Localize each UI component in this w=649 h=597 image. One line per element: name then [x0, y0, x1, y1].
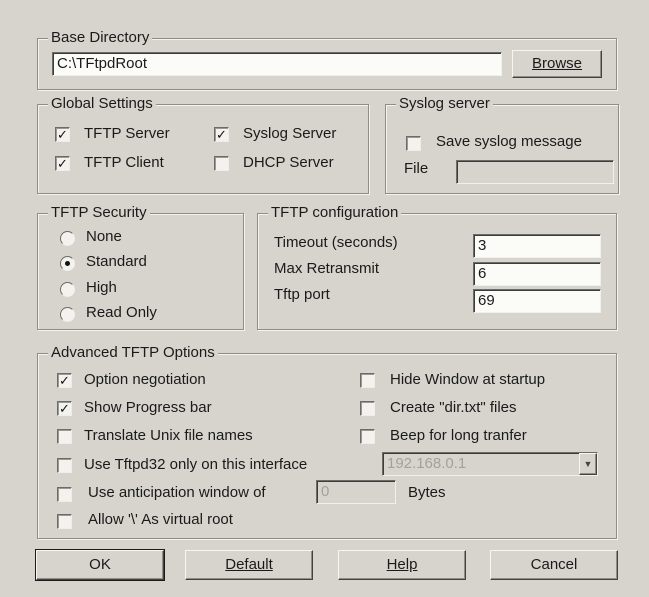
- anticipation-checkbox[interactable]: [57, 487, 72, 502]
- tftp-client-label: TFTP Client: [84, 154, 164, 171]
- beep-checkbox[interactable]: [360, 429, 375, 444]
- base-directory-input[interactable]: C:\TFtpdRoot: [52, 52, 502, 76]
- option-negotiation-label: Option negotiation: [84, 371, 206, 388]
- beep-label: Beep for long tranfer: [390, 427, 527, 444]
- save-syslog-label: Save syslog message: [436, 133, 582, 150]
- show-progress-label: Show Progress bar: [84, 399, 212, 416]
- cancel-button[interactable]: Cancel: [490, 550, 618, 580]
- syslog-file-input[interactable]: [456, 160, 614, 184]
- option-negotiation-checkbox[interactable]: ✓: [57, 373, 72, 388]
- max-retransmit-input[interactable]: 6: [473, 262, 601, 286]
- base-directory-legend: Base Directory: [48, 29, 153, 47]
- default-button[interactable]: Default: [185, 550, 313, 580]
- security-label-standard: Standard: [86, 253, 147, 270]
- virtual-root-checkbox[interactable]: [57, 514, 72, 529]
- hide-window-label: Hide Window at startup: [390, 371, 546, 388]
- security-radio-standard[interactable]: [60, 256, 75, 271]
- interface-select-value: 192.168.0.1: [387, 455, 467, 472]
- tftp-server-label: TFTP Server: [84, 125, 170, 142]
- tftp-port-input[interactable]: 69: [473, 289, 601, 313]
- radio-selected-dot: [65, 261, 70, 266]
- timeout-label: Timeout (seconds): [274, 234, 398, 251]
- hide-window-checkbox[interactable]: [360, 373, 375, 388]
- dhcp-server-checkbox[interactable]: [214, 156, 229, 171]
- dhcp-server-label: DHCP Server: [243, 154, 334, 171]
- security-radio-read-only[interactable]: [60, 307, 75, 322]
- save-syslog-checkbox[interactable]: [406, 136, 421, 151]
- tftp-config-legend: TFTP configuration: [268, 204, 402, 222]
- advanced-options-legend: Advanced TFTP Options: [48, 344, 218, 362]
- bytes-label: Bytes: [408, 484, 446, 501]
- settings-dialog: Base Directory C:\TFtpdRoot Browse Globa…: [0, 0, 649, 597]
- syslog-server-label: Syslog Server: [243, 125, 337, 142]
- tftp-client-checkbox[interactable]: ✓: [55, 156, 70, 171]
- interface-dropdown-button[interactable]: ▼: [579, 453, 597, 475]
- tftp-port-label: Tftp port: [274, 286, 330, 303]
- syslog-server-checkbox[interactable]: ✓: [214, 127, 229, 142]
- show-progress-checkbox[interactable]: ✓: [57, 401, 72, 416]
- security-radio-high[interactable]: [60, 282, 75, 297]
- help-button-label: Help: [386, 556, 418, 573]
- ok-button-label: OK: [89, 556, 111, 573]
- cancel-button-label: Cancel: [530, 556, 578, 573]
- translate-unix-label: Translate Unix file names: [84, 427, 253, 444]
- timeout-input[interactable]: 3: [473, 234, 601, 258]
- help-button[interactable]: Help: [338, 550, 466, 580]
- create-dir-checkbox[interactable]: [360, 401, 375, 416]
- translate-unix-checkbox[interactable]: [57, 429, 72, 444]
- max-retransmit-label: Max Retransmit: [274, 260, 380, 277]
- default-button-label: Default: [225, 556, 273, 573]
- security-label-high: High: [86, 279, 117, 296]
- virtual-root-label: Allow '\' As virtual root: [88, 511, 233, 528]
- anticipation-input[interactable]: 0: [316, 480, 396, 504]
- anticipation-label: Use anticipation window of: [88, 484, 266, 501]
- global-settings-legend: Global Settings: [48, 95, 156, 113]
- create-dir-label: Create "dir.txt" files: [390, 399, 517, 416]
- global-settings-group: Global Settings: [37, 95, 369, 194]
- browse-button[interactable]: Browse: [512, 50, 602, 78]
- use-interface-label: Use Tftpd32 only on this interface: [84, 456, 308, 473]
- syslog-file-label: File: [404, 160, 429, 177]
- security-label-none: None: [86, 228, 122, 245]
- syslog-server-legend: Syslog server: [396, 95, 493, 113]
- tftp-server-checkbox[interactable]: ✓: [55, 127, 70, 142]
- chevron-down-icon: ▼: [583, 459, 593, 469]
- tftp-security-legend: TFTP Security: [48, 204, 150, 222]
- browse-button-label: Browse: [531, 55, 583, 72]
- security-label-read-only: Read Only: [86, 304, 157, 321]
- use-interface-checkbox[interactable]: [57, 458, 72, 473]
- ok-button[interactable]: OK: [35, 549, 165, 581]
- security-radio-none[interactable]: [60, 231, 75, 246]
- interface-select[interactable]: 192.168.0.1 ▼: [382, 452, 598, 476]
